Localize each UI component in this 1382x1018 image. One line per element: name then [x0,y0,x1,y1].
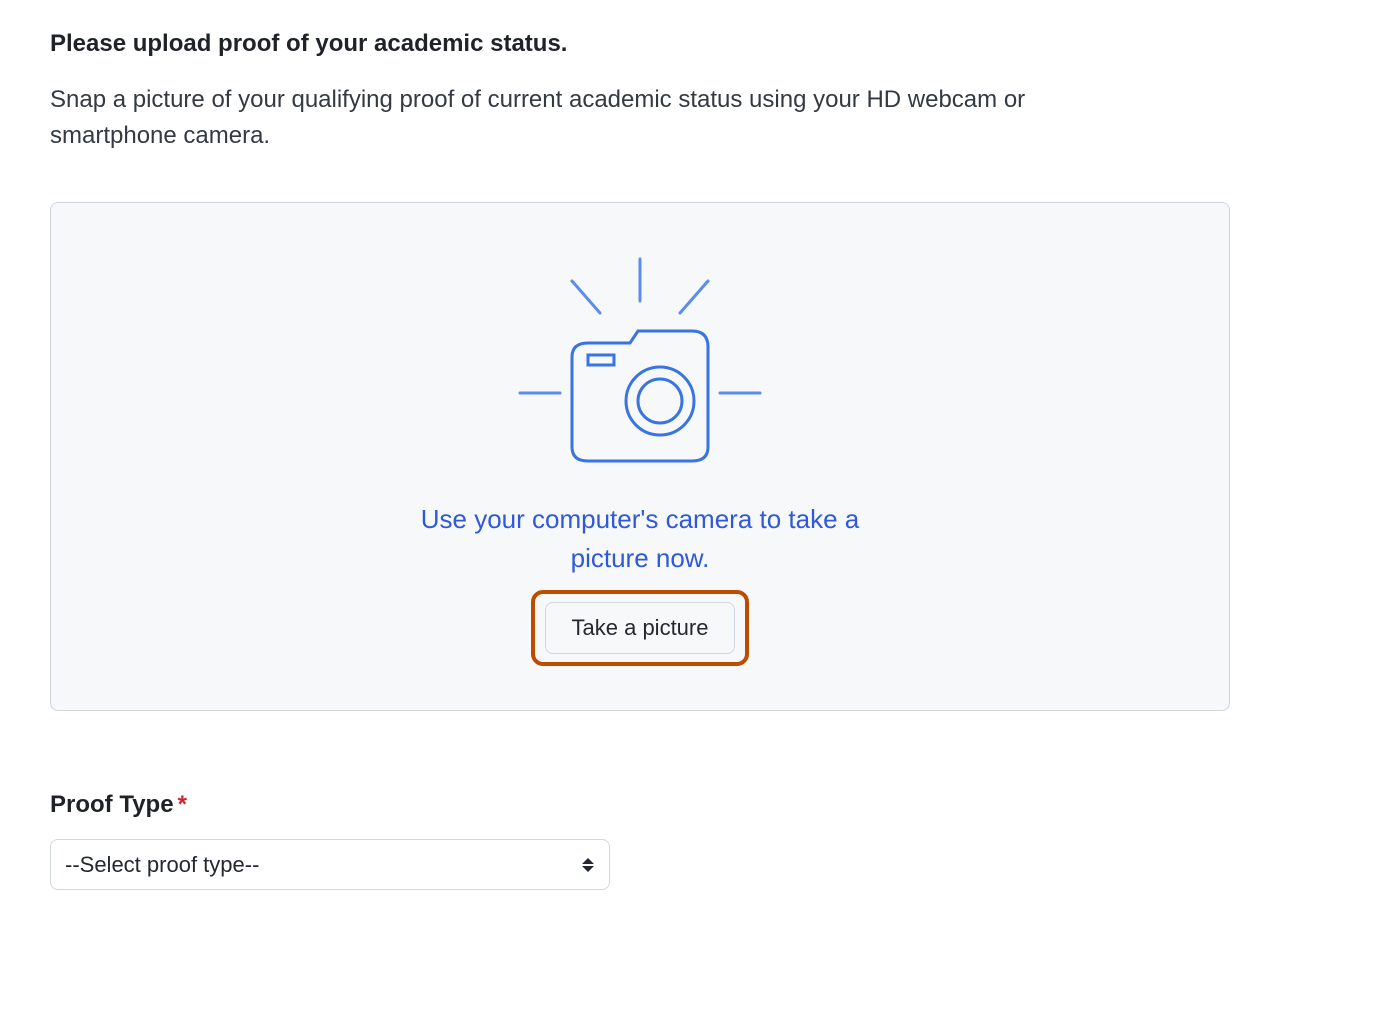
proof-type-select[interactable]: --Select proof type-- [50,839,610,890]
proof-type-select-wrap: --Select proof type-- [50,839,610,890]
upload-heading: Please upload proof of your academic sta… [50,30,1332,58]
upload-panel: Use your computer's camera to take a pic… [50,202,1230,711]
camera-icon [460,251,820,476]
take-a-picture-button[interactable]: Take a picture [545,602,736,654]
camera-prompt-text: Use your computer's camera to take a pic… [390,500,890,578]
take-picture-highlight: Take a picture [531,590,750,666]
upload-description: Snap a picture of your qualifying proof … [50,82,1150,154]
proof-type-label: Proof Type [50,791,174,818]
proof-type-section: Proof Type* --Select proof type-- [50,791,1332,890]
required-indicator: * [178,791,187,818]
